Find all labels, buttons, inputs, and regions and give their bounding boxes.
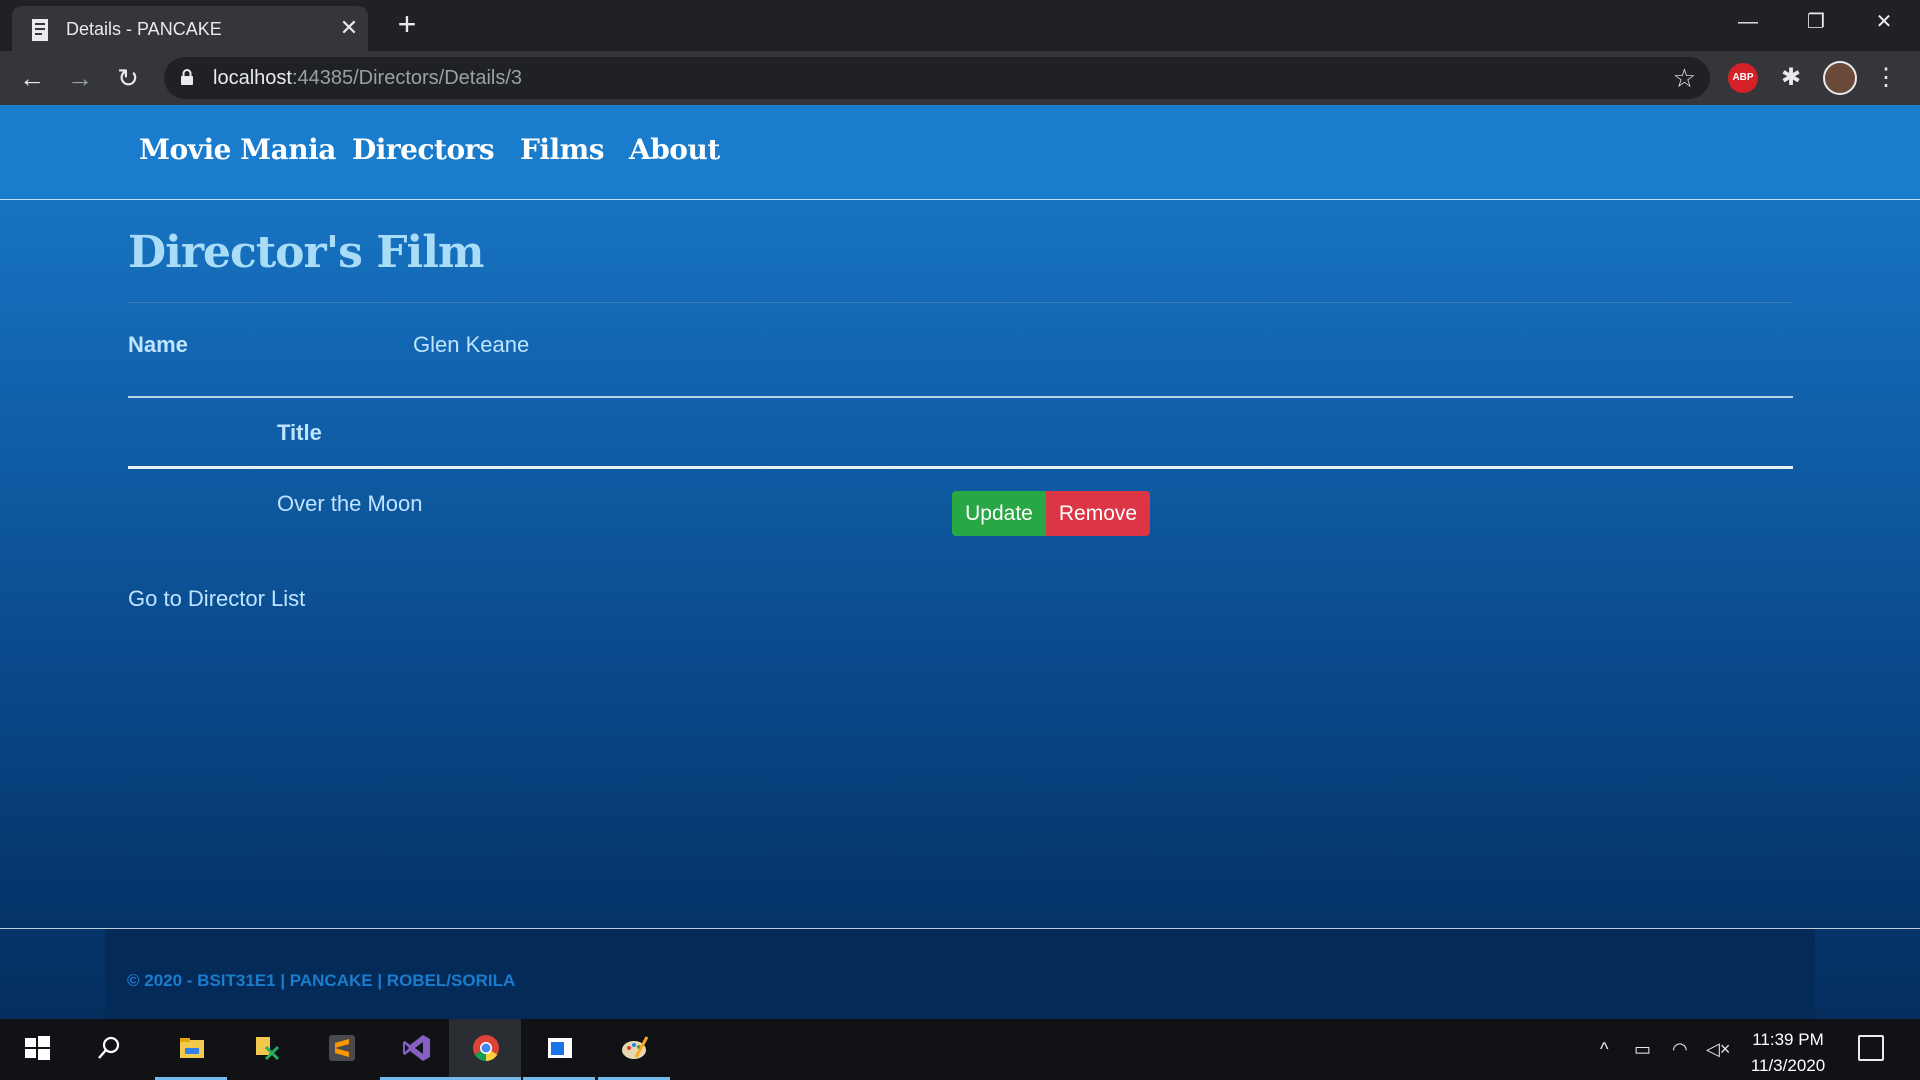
back-icon[interactable]: ←: [16, 62, 48, 94]
bookmark-star-icon[interactable]: ☆: [1673, 64, 1696, 92]
profile-avatar[interactable]: [1823, 61, 1857, 95]
page-icon: [32, 19, 48, 41]
nav-link-films[interactable]: Films: [520, 133, 605, 166]
update-button[interactable]: Update: [952, 491, 1046, 536]
window-app-icon: [548, 1038, 572, 1058]
site-footer: © 2020 - BSIT31E1 | PANCAKE | ROBEL/SORI…: [105, 929, 1815, 1019]
name-value: Glen Keane: [413, 332, 530, 357]
url-text: localhost:44385/Directors/Details/3: [213, 67, 522, 90]
taskbar-app-green[interactable]: [230, 1019, 302, 1080]
browser-tab-bar: Details - PANCAKE ✕ + — ❐ ✕: [0, 0, 1920, 51]
volume-muted-icon[interactable]: ◁×: [1706, 1037, 1730, 1061]
lock-icon: [181, 69, 193, 85]
url-path: :44385/Directors/Details/3: [291, 67, 523, 89]
search-button[interactable]: [72, 1019, 144, 1080]
table-header-title: Title: [277, 420, 322, 445]
clock-date: 11/3/2020: [1750, 1056, 1826, 1075]
address-bar[interactable]: localhost:44385/Directors/Details/3 ☆: [164, 57, 1710, 99]
chrome-icon: [473, 1035, 499, 1062]
taskbar-sublime-text[interactable]: [305, 1019, 377, 1080]
visual-studio-icon: [403, 1035, 430, 1061]
clock-time: 11:39 PM: [1752, 1030, 1824, 1049]
nav-brand-movie-mania[interactable]: Movie Mania: [139, 133, 336, 166]
reload-icon[interactable]: ↻: [112, 62, 144, 94]
wifi-icon[interactable]: ◠: [1672, 1037, 1688, 1061]
taskbar-chrome[interactable]: [449, 1019, 521, 1080]
name-label: Name: [128, 332, 188, 357]
start-button[interactable]: [0, 1019, 72, 1080]
close-tab-icon[interactable]: ✕: [338, 16, 360, 40]
restore-icon[interactable]: ❐: [1796, 8, 1836, 36]
url-host: localhost: [213, 67, 292, 89]
browser-toolbar: ← → ↻ localhost:44385/Directors/Details/…: [0, 51, 1920, 105]
page-content: Movie Mania Directors Films About Direct…: [0, 105, 1920, 1019]
close-window-icon[interactable]: ✕: [1864, 8, 1904, 36]
browser-tab[interactable]: Details - PANCAKE ✕: [12, 6, 368, 51]
menu-kebab-icon[interactable]: ⋮: [1874, 63, 1898, 93]
back-to-director-list-link[interactable]: Go to Director List: [128, 586, 305, 612]
taskbar-app-window[interactable]: [523, 1019, 595, 1080]
system-clock[interactable]: 11:39 PM 11/3/2020: [1740, 1027, 1836, 1079]
windows-logo-icon: [25, 1036, 50, 1060]
footer-copyright: © 2020 - BSIT31E1 | PANCAKE | ROBEL/SORI…: [127, 971, 516, 990]
site-navbar: Movie Mania Directors Films About: [0, 105, 1920, 200]
taskbar-paint[interactable]: [598, 1019, 670, 1080]
page-title: Director's Film: [128, 227, 484, 278]
folder-icon: [180, 1038, 204, 1058]
notification-center-icon[interactable]: [1858, 1035, 1884, 1061]
table-header-divider: [128, 466, 1793, 469]
forward-icon[interactable]: →: [64, 62, 96, 94]
taskbar-file-explorer[interactable]: [155, 1019, 227, 1080]
tab-title: Details - PANCAKE: [66, 19, 222, 39]
battery-icon[interactable]: ▭: [1634, 1037, 1651, 1061]
taskbar-visual-studio[interactable]: [380, 1019, 452, 1080]
remove-button[interactable]: Remove: [1046, 491, 1150, 536]
show-hidden-icons[interactable]: ^: [1600, 1037, 1608, 1061]
adblock-plus-icon[interactable]: ABP: [1728, 63, 1758, 93]
windows-taskbar: ^ ▭ ◠ ◁× 11:39 PM 11/3/2020: [0, 1019, 1920, 1080]
search-icon: [98, 1036, 120, 1059]
nav-link-directors[interactable]: Directors: [352, 133, 495, 166]
nav-link-about[interactable]: About: [629, 133, 720, 166]
app-icon: [256, 1037, 280, 1061]
divider: [128, 302, 1793, 303]
table-cell-title: Over the Moon: [277, 491, 423, 516]
minimize-icon[interactable]: —: [1728, 8, 1768, 36]
sublime-text-icon: [329, 1035, 355, 1061]
divider: [128, 396, 1793, 398]
new-tab-button[interactable]: +: [392, 8, 422, 40]
paint-icon: [622, 1036, 649, 1059]
extensions-puzzle-icon[interactable]: ✱: [1776, 63, 1806, 93]
